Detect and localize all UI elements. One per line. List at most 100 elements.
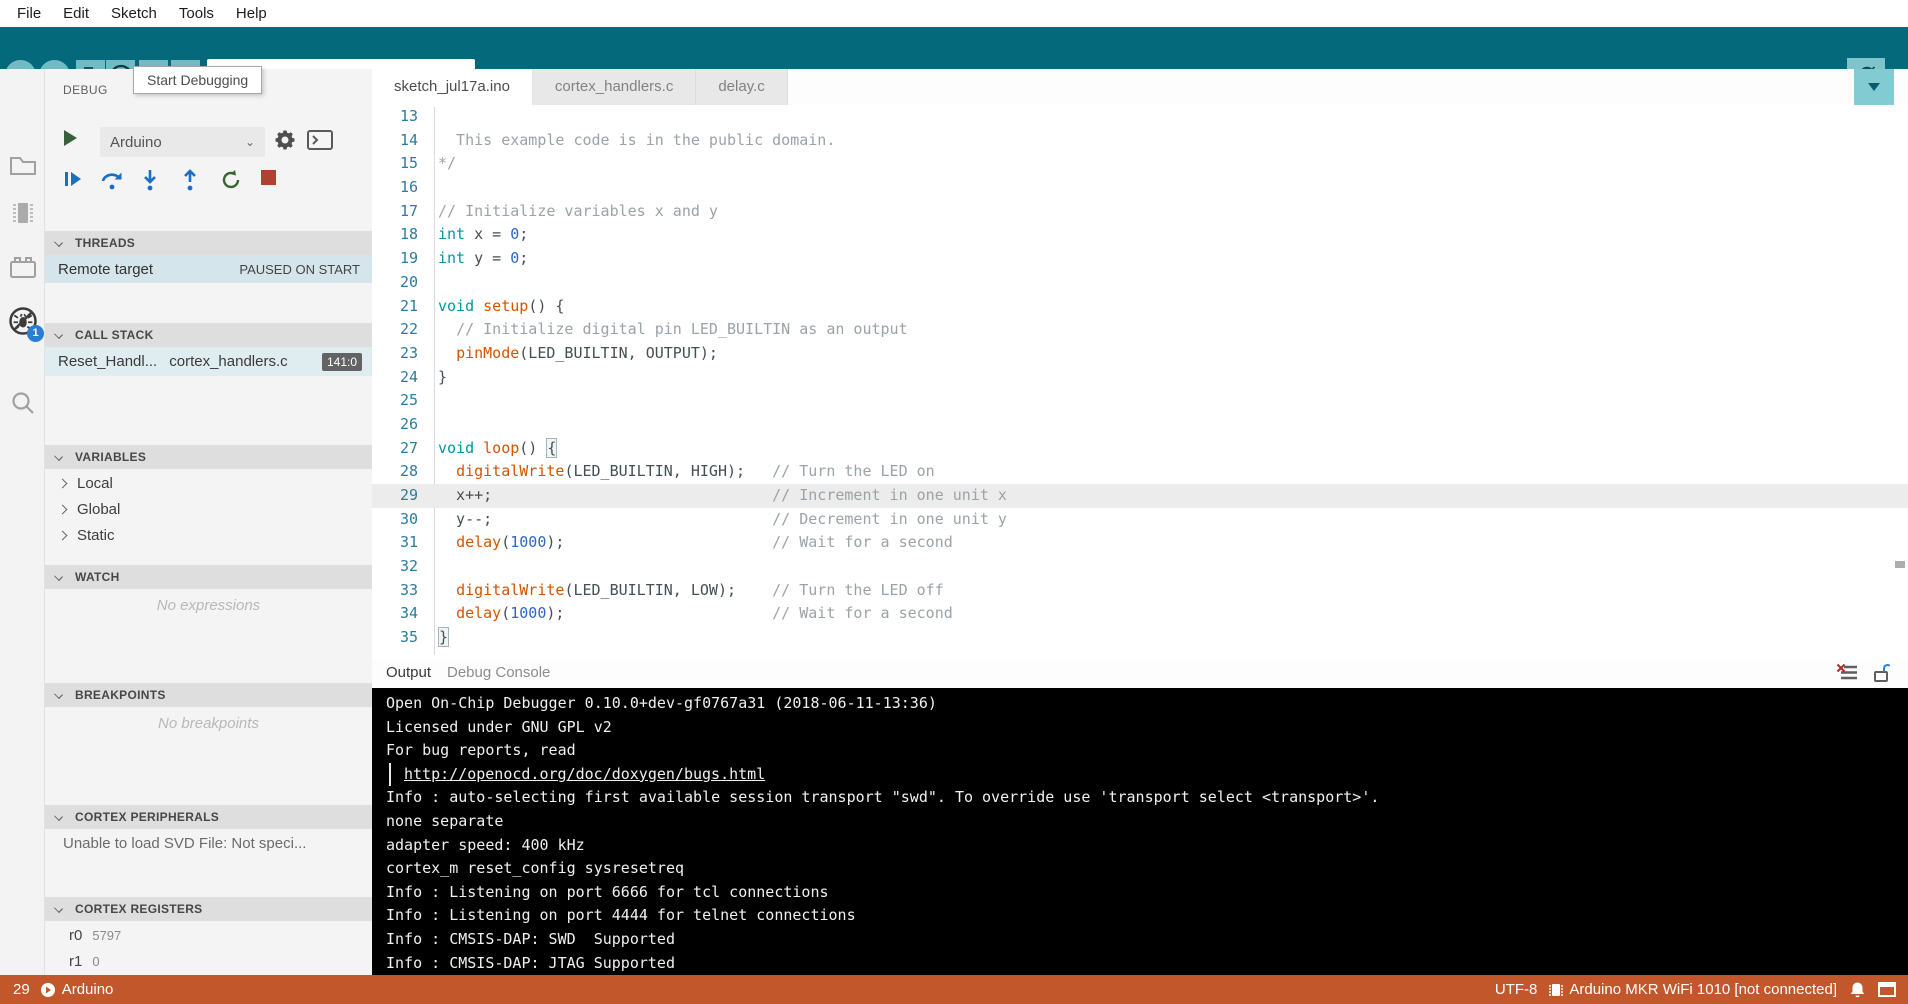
code-line-15[interactable]: 15*/ — [372, 152, 1908, 176]
line-number[interactable]: 35 — [372, 626, 418, 650]
step-out-button[interactable] — [182, 169, 198, 196]
variables-group-global[interactable]: Global — [45, 497, 372, 523]
output-console[interactable]: Open On-Chip Debugger 0.10.0+dev-gf0767a… — [372, 688, 1908, 975]
code-line-19[interactable]: 19int y = 0; — [372, 247, 1908, 271]
menu-edit[interactable]: Edit — [52, 0, 100, 27]
line-number[interactable]: 23 — [372, 342, 418, 366]
line-number[interactable]: 19 — [372, 247, 418, 271]
code-line-32[interactable]: 32 — [372, 555, 1908, 579]
menu-tools[interactable]: Tools — [168, 0, 225, 27]
status-line-indicator[interactable]: 29 — [13, 981, 30, 998]
line-number[interactable]: 14 — [372, 129, 418, 153]
cortex-registers-section-header[interactable]: CORTEX REGISTERS — [45, 897, 372, 921]
code-line-25[interactable]: 25 — [372, 389, 1908, 413]
line-number[interactable]: 34 — [372, 602, 418, 626]
menu-help[interactable]: Help — [225, 0, 278, 27]
register-name: r0 — [69, 927, 82, 944]
notifications-bell-icon[interactable] — [1849, 981, 1866, 998]
step-over-button[interactable] — [100, 169, 124, 196]
call-stack-row[interactable]: Reset_Handl... cortex_handlers.c 141:0 — [45, 347, 372, 376]
code-line-14[interactable]: 14 This example code is in the public do… — [372, 129, 1908, 153]
code-line-20[interactable]: 20 — [372, 271, 1908, 295]
restart-button[interactable] — [220, 169, 242, 196]
code-line-29[interactable]: 29 x++; // Increment in one unit x — [372, 484, 1908, 508]
code-line-28[interactable]: 28 digitalWrite(LED_BUILTIN, HIGH); // T… — [372, 460, 1908, 484]
code-line-34[interactable]: 34 delay(1000); // Wait for a second — [372, 602, 1908, 626]
line-number[interactable]: 31 — [372, 531, 418, 555]
breakpoints-section-header[interactable]: BREAKPOINTS — [45, 683, 372, 707]
code-line-22[interactable]: 22 // Initialize digital pin LED_BUILTIN… — [372, 318, 1908, 342]
continue-button[interactable] — [63, 169, 83, 194]
clear-output-icon[interactable] — [1836, 663, 1858, 688]
debug-config-selector[interactable]: Arduino ⌄ — [100, 127, 265, 157]
call-stack-section-header[interactable]: CALL STACK — [45, 323, 372, 347]
register-row-r0[interactable]: r05797 — [45, 923, 372, 949]
svd-error-message: Unable to load SVD File: Not speci... — [63, 835, 306, 852]
code-line-21[interactable]: 21void setup() { — [372, 295, 1908, 319]
line-number[interactable]: 27 — [372, 437, 418, 461]
code-line-13[interactable]: 13 — [372, 105, 1908, 129]
boards-chip-icon[interactable] — [7, 197, 39, 229]
line-number[interactable]: 18 — [372, 223, 418, 247]
debug-settings-gear-icon[interactable] — [273, 128, 297, 157]
status-board[interactable]: Arduino MKR WiFi 1010 [not connected] — [1549, 981, 1837, 998]
editor-tab-delay.c[interactable]: delay.c — [696, 69, 787, 105]
library-manager-icon[interactable] — [7, 251, 39, 283]
code-line-30[interactable]: 30 y--; // Decrement in one unit y — [372, 508, 1908, 532]
code-line-18[interactable]: 18int x = 0; — [372, 223, 1908, 247]
scroll-lock-icon[interactable] — [1872, 663, 1890, 688]
editor-tab-cortex_handlers.c[interactable]: cortex_handlers.c — [533, 69, 696, 105]
line-number[interactable]: 21 — [372, 295, 418, 319]
cortex-peripherals-section-header[interactable]: CORTEX PERIPHERALS — [45, 805, 372, 829]
line-number[interactable]: 28 — [372, 460, 418, 484]
threads-section-header[interactable]: THREADS — [45, 231, 372, 255]
line-number[interactable]: 32 — [372, 555, 418, 579]
search-icon[interactable] — [7, 387, 39, 419]
variables-group-static[interactable]: Static — [45, 523, 372, 549]
step-into-button[interactable] — [142, 169, 158, 196]
watch-section-header[interactable]: WATCH — [45, 565, 372, 589]
debug-terminal-icon[interactable] — [307, 130, 333, 155]
variables-section-header[interactable]: VARIABLES — [45, 445, 372, 469]
code-line-31[interactable]: 31 delay(1000); // Wait for a second — [372, 531, 1908, 555]
register-row-r1[interactable]: r10 — [45, 949, 372, 975]
editor-tab-sketch_jul17a.ino[interactable]: sketch_jul17a.ino — [372, 69, 533, 105]
code-line-24[interactable]: 24} — [372, 366, 1908, 390]
tab-output[interactable]: Output — [386, 660, 431, 688]
debug-view-icon[interactable]: 1 — [7, 305, 39, 337]
tab-debug-console[interactable]: Debug Console — [447, 660, 550, 688]
code-line-26[interactable]: 26 — [372, 413, 1908, 437]
stop-button[interactable] — [260, 169, 277, 191]
line-number[interactable]: 17 — [372, 200, 418, 224]
line-number[interactable]: 33 — [372, 579, 418, 603]
code-line-17[interactable]: 17// Initialize variables x and y — [372, 200, 1908, 224]
status-debug-session[interactable]: Arduino — [40, 981, 114, 998]
line-number[interactable]: 20 — [372, 271, 418, 295]
menu-file[interactable]: File — [6, 0, 52, 27]
code-line-16[interactable]: 16 — [372, 176, 1908, 200]
code-line-33[interactable]: 33 digitalWrite(LED_BUILTIN, LOW); // Tu… — [372, 579, 1908, 603]
line-number[interactable]: 30 — [372, 508, 418, 532]
line-number[interactable]: 25 — [372, 389, 418, 413]
menu-sketch[interactable]: Sketch — [100, 0, 168, 27]
line-number[interactable]: 15 — [372, 152, 418, 176]
variables-group-local[interactable]: Local — [45, 471, 372, 497]
thread-row[interactable]: Remote target PAUSED ON START — [45, 255, 372, 283]
line-number[interactable]: 29 — [372, 484, 418, 508]
line-number[interactable]: 13 — [372, 105, 418, 129]
code-line-27[interactable]: 27void loop() { — [372, 437, 1908, 461]
line-number[interactable]: 16 — [372, 176, 418, 200]
sketchbook-folder-icon[interactable] — [7, 149, 39, 181]
code-line-35[interactable]: 35} — [372, 626, 1908, 650]
line-number[interactable]: 26 — [372, 413, 418, 437]
tab-list-dropdown-button[interactable] — [1854, 69, 1894, 105]
scrollbar-marker[interactable] — [1895, 561, 1905, 568]
status-encoding[interactable]: UTF-8 — [1495, 981, 1538, 998]
line-number[interactable]: 24 — [372, 366, 418, 390]
code-line-23[interactable]: 23 pinMode(LED_BUILTIN, OUTPUT); — [372, 342, 1908, 366]
console-line: Open On-Chip Debugger 0.10.0+dev-gf0767a… — [386, 692, 1908, 716]
feedback-window-icon[interactable] — [1878, 982, 1896, 997]
line-number[interactable]: 22 — [372, 318, 418, 342]
start-debug-play-button[interactable] — [62, 129, 78, 152]
code-editor[interactable]: 1314 This example code is in the public … — [372, 105, 1908, 660]
